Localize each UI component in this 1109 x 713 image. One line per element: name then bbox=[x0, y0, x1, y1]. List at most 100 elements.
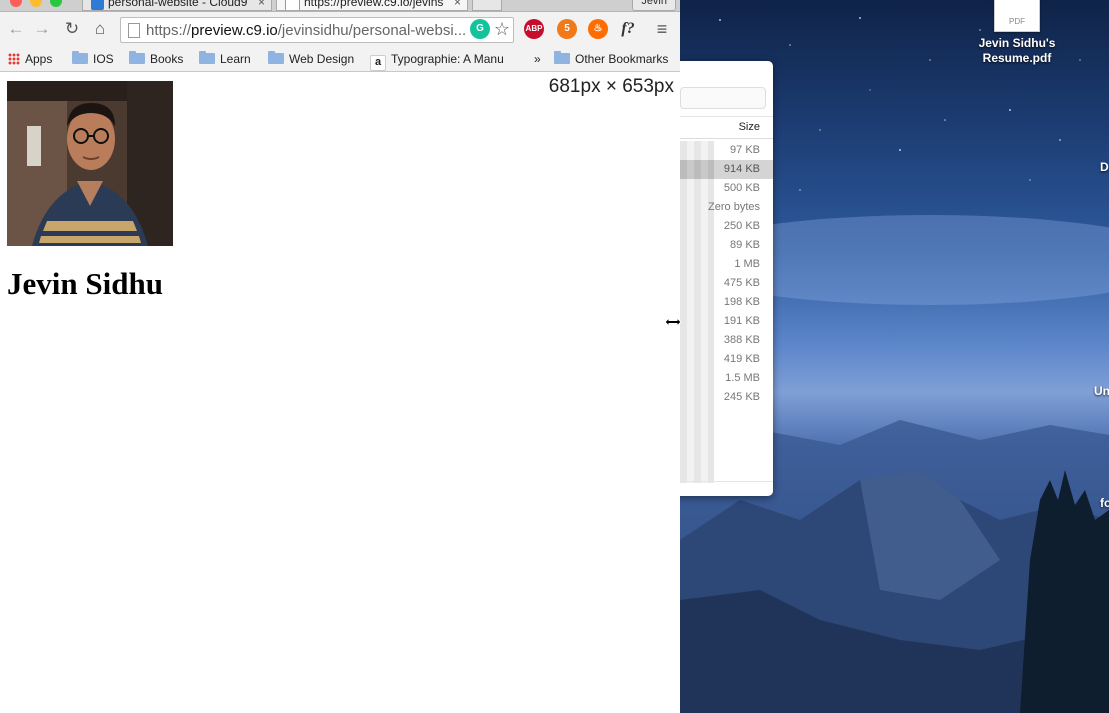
bookmark-label: Apps bbox=[25, 52, 53, 66]
bookmark-typographie[interactable]: a Typographie: A Manu bbox=[370, 52, 504, 71]
finder-row[interactable]: 250 KB bbox=[672, 217, 773, 236]
page-viewport: 681px × 653px Jevin Sidhu bbox=[0, 72, 680, 713]
file-size: 475 KB bbox=[723, 277, 760, 289]
file-size: 914 KB bbox=[723, 163, 760, 175]
tab-preview[interactable]: https://preview.c9.io/jevins × bbox=[276, 0, 468, 11]
home-icon[interactable]: ⌂ bbox=[90, 19, 110, 39]
sync-icon[interactable]: 5 bbox=[557, 19, 577, 39]
finder-window: Size 97 KB 914 KB 500 KB Zero bytes 250 … bbox=[672, 61, 773, 496]
size-column-label[interactable]: Size bbox=[739, 121, 760, 133]
finder-row[interactable]: 475 KB bbox=[672, 274, 773, 293]
bookmark-learn[interactable]: Learn bbox=[199, 51, 251, 66]
bookmark-label: Books bbox=[150, 52, 184, 66]
reload-icon[interactable]: ↻ bbox=[62, 19, 82, 39]
finder-row-empty[interactable] bbox=[672, 426, 773, 445]
folder-icon bbox=[129, 51, 145, 64]
tab-strip: personal-website - Cloud9 × https://prev… bbox=[0, 0, 680, 12]
finder-row-empty[interactable] bbox=[672, 445, 773, 464]
tab-close-icon[interactable]: × bbox=[454, 0, 461, 8]
file-size: 245 KB bbox=[723, 391, 760, 403]
finder-row[interactable]: 89 KB bbox=[672, 236, 773, 255]
browser-toolbar: ← → ↻ ⌂ https://preview.c9.io/jevinsidhu… bbox=[0, 12, 680, 47]
bookmark-books[interactable]: Books bbox=[129, 51, 184, 66]
url-path: /jevinsidhu/personal-websi... bbox=[277, 22, 467, 39]
profile-button[interactable]: Jevin bbox=[632, 0, 676, 11]
bookmark-star-icon[interactable]: ☆ bbox=[492, 19, 512, 39]
file-size: 97 KB bbox=[730, 144, 760, 156]
file-label-line2: Resume.pdf bbox=[982, 51, 1052, 65]
file-size: 1.5 MB bbox=[725, 372, 760, 384]
file-size: 388 KB bbox=[723, 334, 760, 346]
desktop-edge-label[interactable]: Un bbox=[1094, 384, 1109, 398]
amazon-icon: a bbox=[370, 55, 386, 71]
forward-arrow-icon[interactable]: → bbox=[32, 19, 52, 39]
url-host: preview.c9.io bbox=[191, 22, 278, 39]
bookmark-ios[interactable]: IOS bbox=[72, 51, 114, 66]
desktop-edge-label[interactable]: D bbox=[1100, 160, 1109, 174]
resize-cursor-icon bbox=[664, 316, 682, 328]
file-size: 500 KB bbox=[723, 182, 760, 194]
finder-row-selected[interactable]: 914 KB bbox=[672, 160, 773, 179]
bookmark-other[interactable]: Other Bookmarks bbox=[554, 51, 669, 66]
zoom-window-button[interactable] bbox=[50, 0, 62, 7]
apps-icon bbox=[8, 53, 20, 65]
bookmarks-bar: Apps IOS Books Learn Web Design a Typogra… bbox=[0, 47, 680, 72]
url-scheme: https:// bbox=[146, 22, 192, 39]
bookmark-label: Other Bookmarks bbox=[575, 52, 669, 66]
file-size: 198 KB bbox=[723, 296, 760, 308]
folder-icon bbox=[554, 51, 570, 64]
tab-cloud9[interactable]: personal-website - Cloud9 × bbox=[82, 0, 272, 11]
font-icon[interactable]: f? bbox=[618, 19, 638, 39]
finder-row[interactable]: 97 KB bbox=[672, 141, 773, 160]
grammarly-icon[interactable]: G bbox=[470, 19, 490, 39]
file-size: Zero bytes bbox=[708, 201, 760, 213]
pdf-badge: PDF bbox=[1009, 17, 1025, 26]
menu-icon[interactable]: ≡ bbox=[652, 19, 672, 39]
new-tab-button[interactable] bbox=[472, 0, 502, 11]
desktop-edge-label[interactable]: fo bbox=[1100, 496, 1109, 510]
viewport-dimensions-readout: 681px × 653px bbox=[548, 76, 674, 97]
back-arrow-icon[interactable]: ← bbox=[6, 19, 26, 39]
cloud9-favicon-icon bbox=[91, 0, 104, 10]
file-size: 1 MB bbox=[734, 258, 760, 270]
finder-row[interactable]: Zero bytes bbox=[672, 198, 773, 217]
tab-title: https://preview.c9.io/jevins bbox=[304, 0, 444, 9]
file-size: 250 KB bbox=[723, 220, 760, 232]
fire-icon[interactable]: ♨ bbox=[588, 19, 608, 39]
bookmark-label: IOS bbox=[93, 52, 114, 66]
address-bar[interactable]: https://preview.c9.io/jevinsidhu/persona… bbox=[120, 17, 514, 43]
browser-window: personal-website - Cloud9 × https://prev… bbox=[0, 0, 680, 713]
finder-status-bar bbox=[672, 481, 773, 496]
finder-row[interactable]: 191 KB bbox=[672, 312, 773, 331]
file-size: 419 KB bbox=[723, 353, 760, 365]
bookmark-apps[interactable]: Apps bbox=[8, 52, 52, 66]
finder-file-list: 97 KB 914 KB 500 KB Zero bytes 250 KB 89… bbox=[672, 141, 773, 483]
finder-row[interactable]: 500 KB bbox=[672, 179, 773, 198]
finder-column-header[interactable]: Size bbox=[672, 116, 773, 139]
finder-row[interactable]: 388 KB bbox=[672, 331, 773, 350]
page-favicon-icon bbox=[285, 0, 300, 10]
pdf-file-icon: PDF bbox=[994, 0, 1040, 32]
finder-row[interactable]: 419 KB bbox=[672, 350, 773, 369]
adblock-icon[interactable]: ABP bbox=[524, 19, 544, 39]
tab-close-icon[interactable]: × bbox=[258, 0, 265, 8]
finder-row[interactable]: 245 KB bbox=[672, 388, 773, 407]
bookmark-label: Learn bbox=[220, 52, 251, 66]
bookmarks-overflow-button[interactable]: » bbox=[534, 52, 541, 66]
close-window-button[interactable] bbox=[10, 0, 22, 7]
file-label-line1: Jevin Sidhu's bbox=[978, 36, 1056, 50]
finder-search-field[interactable] bbox=[680, 87, 766, 109]
finder-row-empty[interactable] bbox=[672, 407, 773, 426]
folder-icon bbox=[268, 51, 284, 64]
minimize-window-button[interactable] bbox=[30, 0, 42, 7]
finder-row[interactable]: 1.5 MB bbox=[672, 369, 773, 388]
url-text[interactable]: https://preview.c9.io/jevinsidhu/persona… bbox=[146, 22, 466, 39]
bookmark-web-design[interactable]: Web Design bbox=[268, 51, 354, 66]
profile-photo bbox=[7, 81, 173, 246]
resume-pdf-file[interactable]: PDF Jevin Sidhu's Resume.pdf bbox=[972, 0, 1062, 66]
finder-row[interactable]: 1 MB bbox=[672, 255, 773, 274]
finder-row[interactable]: 198 KB bbox=[672, 293, 773, 312]
file-size: 89 KB bbox=[730, 239, 760, 251]
folder-icon bbox=[72, 51, 88, 64]
page-icon bbox=[128, 23, 140, 38]
